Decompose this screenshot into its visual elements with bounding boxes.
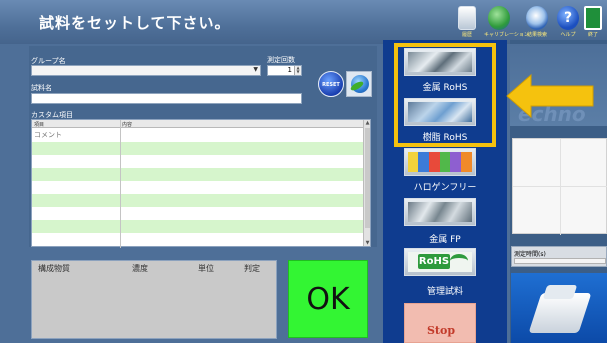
calibration-icon	[488, 6, 510, 30]
measure-count-stepper[interactable]: 1 ▲ ▼	[267, 65, 302, 76]
verdict-display: OK	[288, 260, 368, 338]
mode-metal-fp-button[interactable]	[404, 198, 476, 226]
mode-control-sample-label: 管理試料	[426, 287, 463, 297]
selected-mode-highlight	[394, 43, 496, 147]
grid-header: 項目 内容	[32, 120, 364, 128]
instruction-title: 試料をセットして下さい。	[39, 14, 231, 32]
results-col-judgement: 判定	[244, 264, 260, 273]
grid-row[interactable]	[32, 168, 364, 181]
history-icon	[458, 6, 476, 30]
stop-button[interactable]: Stop	[404, 303, 476, 343]
grid-col-content: 内容	[122, 122, 133, 128]
help-button[interactable]: ? ヘルプ	[553, 6, 583, 42]
exit-button[interactable]: 終了	[581, 6, 605, 42]
calibration-label: キャリブレーション	[484, 32, 529, 38]
analyzer-body-icon	[528, 293, 592, 333]
metal-fp-image-icon	[408, 202, 472, 222]
mode-halogen-free-button[interactable]	[404, 148, 476, 176]
measure-time-label: 測定時間(s)	[514, 251, 546, 258]
mode-control-sample-button[interactable]: RoHS	[404, 248, 476, 276]
rohs-logo-text: RoHS	[418, 254, 450, 269]
measure-time-progress	[514, 258, 606, 264]
grid-row[interactable]	[32, 194, 364, 207]
measure-time-box: 測定時間(s)	[511, 246, 607, 267]
exit-icon	[584, 6, 602, 30]
grid-row[interactable]	[32, 207, 364, 220]
grid-column-divider	[120, 120, 121, 248]
scroll-down-icon[interactable]: ▼	[364, 240, 371, 246]
help-icon: ?	[557, 6, 579, 30]
sample-camera-view	[512, 138, 607, 235]
grid-row[interactable]	[32, 155, 364, 168]
results-col-concentration: 濃度	[132, 264, 148, 273]
rohs-swoosh-icon	[450, 254, 468, 268]
rohs-logo-icon: RoHS	[408, 252, 472, 272]
result-search-button[interactable]: 結果検索	[522, 6, 552, 42]
pointer-arrow-icon	[506, 73, 594, 119]
group-name-select[interactable]: ▼	[31, 65, 261, 76]
grid-col-item: 項目	[34, 122, 45, 128]
cables-image-icon	[408, 152, 472, 172]
measure-count-value: 1	[287, 66, 292, 74]
exit-label: 終了	[587, 32, 598, 38]
reset-button[interactable]: RESET	[318, 71, 344, 97]
stepper-arrows-icon[interactable]: ▲ ▼	[294, 66, 301, 75]
history-label: 履歴	[461, 32, 472, 38]
history-button[interactable]: 履歴	[452, 6, 482, 42]
result-search-label: 結果検索	[526, 32, 547, 38]
chevron-down-icon: ▼	[253, 66, 258, 73]
stop-label: Stop	[426, 324, 456, 337]
grid-scrollbar[interactable]: ▲ ▼	[363, 120, 370, 246]
globe-button[interactable]	[346, 71, 372, 97]
grid-row[interactable]: コメント	[32, 129, 364, 142]
grid-row[interactable]	[32, 181, 364, 194]
scroll-up-icon[interactable]: ▲	[364, 120, 371, 126]
header-bar: 試料をセットして下さい。 履歴 キャリブレーション 結果検索 ? ヘルプ 終了	[0, 0, 607, 44]
grid-row[interactable]	[32, 142, 364, 155]
help-label: ヘルプ	[560, 32, 576, 38]
results-table: 構成物質 濃度 単位 判定	[31, 260, 277, 339]
calibration-button[interactable]: キャリブレーション	[484, 6, 529, 42]
grid-row[interactable]	[32, 220, 364, 233]
grid-row[interactable]	[32, 233, 364, 246]
custom-items-grid[interactable]: 項目 内容 コメント ▲ ▼	[31, 119, 371, 248]
scroll-thumb[interactable]	[365, 128, 370, 228]
grid-cell-item: コメント	[34, 131, 62, 139]
results-col-substance: 構成物質	[38, 264, 70, 273]
measure-count-label: 測定回数	[267, 56, 295, 64]
sample-name-input[interactable]	[31, 93, 302, 104]
result-search-icon	[526, 6, 548, 30]
mode-halogen-free-label: ハロゲンフリー	[413, 183, 477, 193]
analyzer-device-image	[511, 273, 607, 343]
app-window: 試料をセットして下さい。 履歴 キャリブレーション 結果検索 ? ヘルプ 終了 …	[0, 0, 607, 343]
mode-metal-fp-label: 金属 FP	[429, 235, 461, 245]
results-col-unit: 単位	[198, 264, 214, 273]
crosshair-vertical	[560, 139, 561, 235]
sample-name-label: 試料名	[31, 84, 52, 92]
analyzer-lid-icon	[542, 285, 578, 299]
